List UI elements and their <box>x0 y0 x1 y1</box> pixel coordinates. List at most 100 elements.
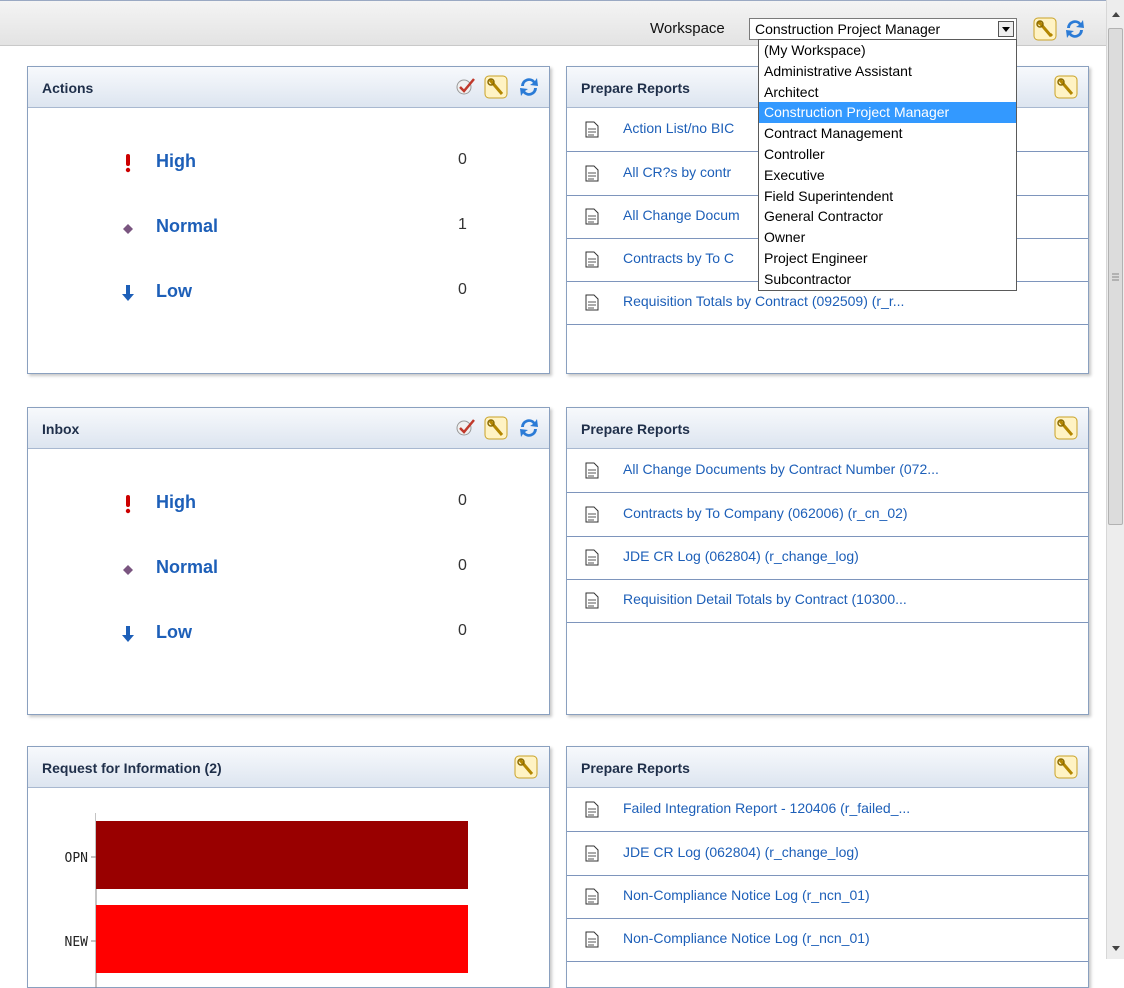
priority-label[interactable]: Normal <box>156 557 218 578</box>
dropdown-option[interactable]: Project Engineer <box>759 248 1016 269</box>
report-link[interactable]: Failed Integration Report - 120406 (r_fa… <box>623 800 910 816</box>
settings-wrench-icon[interactable] <box>484 75 508 99</box>
reports-panel-header: Prepare Reports <box>567 408 1088 449</box>
report-item[interactable]: Contracts by To Company (062006) (r_cn_0… <box>567 493 1088 537</box>
report-link[interactable]: JDE CR Log (062804) (r_change_log) <box>623 844 859 860</box>
dropdown-option[interactable]: (My Workspace) <box>759 40 1016 61</box>
priority-label[interactable]: High <box>156 492 196 513</box>
y-tick-label: OPN <box>65 851 88 866</box>
report-link[interactable]: Non-Compliance Notice Log (r_ncn_01) <box>623 930 870 946</box>
rfi-panel-header: Request for Information (2) <box>28 747 549 788</box>
chevron-down-icon[interactable] <box>998 21 1014 37</box>
dropdown-option[interactable]: Controller <box>759 144 1016 165</box>
bar-opn <box>96 821 468 889</box>
dropdown-option[interactable]: Architect <box>759 82 1016 103</box>
bar-new <box>96 905 468 973</box>
document-icon <box>585 121 599 138</box>
scrollbar-thumb[interactable] <box>1108 28 1123 525</box>
document-icon <box>585 165 599 182</box>
report-link[interactable]: Action List/no BIC <box>623 120 734 136</box>
priority-count: 0 <box>458 622 467 639</box>
priority-row-normal[interactable]: Normal 0 <box>28 553 549 583</box>
report-link[interactable]: Requisition Totals by Contract (092509) … <box>623 293 904 309</box>
actions-panel: Actions High 0 Normal 1 Low 0 <box>27 66 550 374</box>
report-item[interactable]: JDE CR Log (062804) (r_change_log) <box>567 536 1088 580</box>
document-icon <box>585 208 599 225</box>
workspace-label: Workspace <box>650 20 725 37</box>
check-icon[interactable] <box>454 416 478 440</box>
document-icon <box>585 888 599 905</box>
settings-wrench-icon[interactable] <box>1054 755 1078 779</box>
priority-row-low[interactable]: Low 0 <box>28 277 549 307</box>
workspace-dropdown-list: (My Workspace) Administrative Assistant … <box>758 39 1017 291</box>
workspace-select[interactable]: Construction Project Manager <box>749 18 1017 40</box>
document-icon <box>585 506 599 523</box>
y-tick-label: NEW <box>65 935 89 950</box>
report-link[interactable]: All Change Docum <box>623 207 740 223</box>
dropdown-option[interactable]: Subcontractor <box>759 269 1016 290</box>
report-link[interactable]: All CR?s by contr <box>623 164 731 180</box>
priority-count: 0 <box>458 151 467 168</box>
priority-row-high[interactable]: High 0 <box>28 488 549 518</box>
panel-title: Prepare Reports <box>581 760 690 776</box>
workspace-select-value: Construction Project Manager <box>755 21 941 37</box>
refresh-icon[interactable] <box>517 416 541 440</box>
diamond-icon <box>120 559 136 579</box>
settings-wrench-icon[interactable] <box>514 755 538 779</box>
report-link[interactable]: Requisition Detail Totals by Contract (1… <box>623 591 907 607</box>
report-link[interactable]: JDE CR Log (062804) (r_change_log) <box>623 548 859 564</box>
priority-count: 0 <box>458 557 467 574</box>
dropdown-option[interactable]: Executive <box>759 165 1016 186</box>
dropdown-option[interactable]: Contract Management <box>759 123 1016 144</box>
dropdown-option[interactable]: General Contractor <box>759 206 1016 227</box>
priority-row-high[interactable]: High 0 <box>28 147 549 177</box>
vertical-scrollbar[interactable] <box>1106 0 1124 959</box>
inbox-panel-header: Inbox <box>28 408 549 449</box>
dropdown-option[interactable]: Field Superintendent <box>759 186 1016 207</box>
priority-count: 0 <box>458 281 467 298</box>
priority-row-normal[interactable]: Normal 1 <box>28 212 549 242</box>
check-icon[interactable] <box>454 75 478 99</box>
scroll-up-icon[interactable] <box>1107 6 1124 24</box>
settings-wrench-icon[interactable] <box>484 416 508 440</box>
panel-title: Prepare Reports <box>581 80 690 96</box>
report-item[interactable]: Failed Integration Report - 120406 (r_fa… <box>567 788 1088 832</box>
panel-title: Prepare Reports <box>581 421 690 437</box>
priority-label[interactable]: Normal <box>156 216 218 237</box>
document-icon <box>585 462 599 479</box>
refresh-icon[interactable] <box>1063 17 1087 41</box>
dropdown-option[interactable]: Administrative Assistant <box>759 61 1016 82</box>
report-item[interactable]: Non-Compliance Notice Log (r_ncn_01) <box>567 875 1088 919</box>
report-item[interactable]: Requisition Detail Totals by Contract (1… <box>567 579 1088 623</box>
report-link[interactable]: Contracts by To C <box>623 250 734 266</box>
prepare-reports-panel: Prepare Reports Failed Integration Repor… <box>566 746 1089 988</box>
priority-row-low[interactable]: Low 0 <box>28 618 549 648</box>
priority-label[interactable]: Low <box>156 622 192 643</box>
document-icon <box>585 251 599 268</box>
priority-count: 1 <box>458 216 467 233</box>
report-link[interactable]: Non-Compliance Notice Log (r_ncn_01) <box>623 887 870 903</box>
report-item[interactable]: JDE CR Log (062804) (r_change_log) <box>567 832 1088 876</box>
priority-label[interactable]: Low <box>156 281 192 302</box>
rfi-panel: Request for Information (2) OPN NEW <box>27 746 550 988</box>
report-item[interactable]: Non-Compliance Notice Log (r_ncn_01) <box>567 918 1088 962</box>
inbox-panel: Inbox High 0 Normal 0 Low 0 <box>27 407 550 715</box>
settings-wrench-icon[interactable] <box>1054 416 1078 440</box>
dropdown-option[interactable]: Owner <box>759 227 1016 248</box>
report-item[interactable]: All Change Documents by Contract Number … <box>567 449 1088 493</box>
exclamation-icon <box>120 494 136 514</box>
scroll-down-icon[interactable] <box>1107 940 1124 958</box>
report-link[interactable]: All Change Documents by Contract Number … <box>623 461 939 477</box>
rfi-bar-chart: OPN NEW <box>65 813 468 988</box>
dropdown-option-selected[interactable]: Construction Project Manager <box>759 102 1016 124</box>
actions-panel-header: Actions <box>28 67 549 108</box>
panel-title: Inbox <box>42 421 80 437</box>
report-link[interactable]: Contracts by To Company (062006) (r_cn_0… <box>623 505 908 521</box>
panel-title: Request for Information (2) <box>42 760 222 776</box>
priority-label[interactable]: High <box>156 151 196 172</box>
refresh-icon[interactable] <box>517 75 541 99</box>
settings-wrench-icon[interactable] <box>1054 75 1078 99</box>
priority-count: 0 <box>458 492 467 509</box>
settings-wrench-icon[interactable] <box>1033 17 1057 41</box>
chart-top-band <box>96 813 468 821</box>
